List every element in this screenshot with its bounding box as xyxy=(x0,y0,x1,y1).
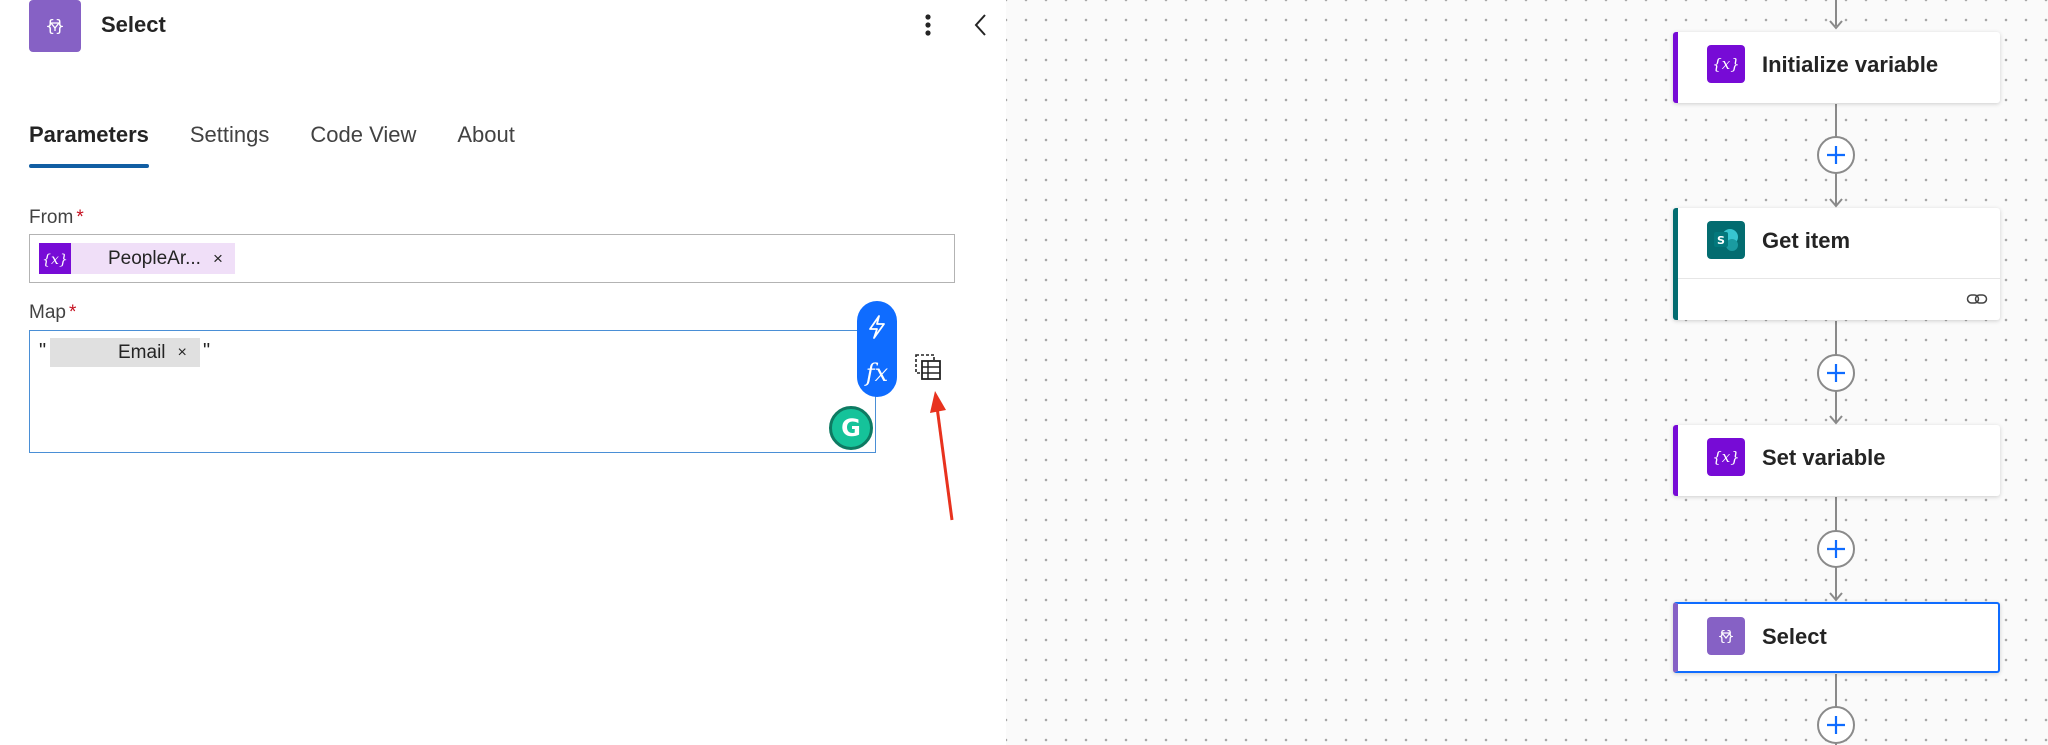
required-mark: * xyxy=(76,207,84,228)
map-label-text: Map xyxy=(29,302,66,323)
svg-text:{x}: {x} xyxy=(42,252,68,268)
action-details-panel: {} Select Parameters Settings Code View … xyxy=(0,0,1006,745)
flow-card-title: Get item xyxy=(1762,228,1851,253)
page-title: Select xyxy=(101,12,166,37)
flow-card-title: Initialize variable xyxy=(1762,52,1939,77)
grammarly-icon: G xyxy=(841,414,861,442)
from-token-label: PeopleAr... xyxy=(108,247,201,269)
flow-card-select[interactable]: {} Select xyxy=(1673,602,2000,673)
svg-text:{}: {} xyxy=(45,16,64,35)
annotation-arrow-icon xyxy=(930,391,954,521)
add-step-button[interactable] xyxy=(1817,530,1855,568)
map-input[interactable]: " Email × " xyxy=(29,330,876,453)
tab-list: Parameters Settings Code View About xyxy=(29,118,556,170)
flow-card-get-item[interactable]: S Get item xyxy=(1673,208,2000,320)
select-data-icon: {} xyxy=(1707,617,1745,655)
tab-parameters[interactable]: Parameters xyxy=(29,118,149,170)
fx-icon: fx xyxy=(865,359,889,387)
more-options-button[interactable] xyxy=(912,8,944,42)
from-token[interactable]: {x} PeopleAr... × xyxy=(39,243,235,274)
flow-card-title: Set variable xyxy=(1762,445,1886,470)
switch-to-table-mode-button[interactable] xyxy=(910,349,946,385)
panel-header: {} Select xyxy=(0,0,1006,70)
flow-card-initialize-variable[interactable]: {x} Initialize variable xyxy=(1673,32,2000,103)
lightning-icon xyxy=(869,315,885,339)
collapse-panel-button[interactable] xyxy=(964,8,996,42)
plus-icon xyxy=(1827,364,1845,382)
table-mode-icon xyxy=(915,354,941,380)
select-data-icon: {} xyxy=(29,0,81,52)
sharepoint-icon: S xyxy=(1707,221,1745,259)
svg-text:{x}: {x} xyxy=(1712,448,1740,466)
email-token[interactable]: Email × xyxy=(50,338,200,367)
variable-icon: {x} xyxy=(1707,438,1745,476)
add-step-button[interactable] xyxy=(1817,706,1855,744)
from-label-text: From xyxy=(29,207,74,228)
tab-about[interactable]: About xyxy=(457,118,515,170)
add-step-button[interactable] xyxy=(1817,354,1855,392)
open-quote: " xyxy=(39,340,47,362)
plus-icon xyxy=(1827,716,1845,734)
flow-card-set-variable[interactable]: {x} Set variable xyxy=(1673,425,2000,496)
map-label: Map * xyxy=(29,302,76,324)
variable-icon: {x} xyxy=(39,243,71,274)
grammarly-button[interactable]: G xyxy=(829,406,873,450)
email-token-label: Email xyxy=(118,341,166,363)
svg-text:{x}: {x} xyxy=(1712,55,1740,73)
expression-button[interactable]: fx xyxy=(857,351,897,395)
from-label: From * xyxy=(29,207,84,229)
close-quote: " xyxy=(203,340,211,362)
add-step-button[interactable] xyxy=(1817,136,1855,174)
variable-icon: {x} xyxy=(1707,45,1745,83)
svg-text:S: S xyxy=(1717,234,1725,247)
link-icon[interactable] xyxy=(1966,290,1988,308)
tab-code-view[interactable]: Code View xyxy=(310,118,416,170)
required-mark: * xyxy=(68,302,77,323)
flow-card-title: Select xyxy=(1762,624,1827,649)
svg-text:{}: {} xyxy=(1718,629,1735,645)
plus-icon xyxy=(1827,540,1845,558)
plus-icon xyxy=(1827,146,1845,164)
dynamic-content-button[interactable] xyxy=(857,305,897,349)
email-token-remove-button[interactable]: × xyxy=(178,344,187,362)
insert-token-toolbar: fx xyxy=(857,301,897,397)
more-vertical-icon xyxy=(925,14,931,36)
chevron-left-icon xyxy=(974,14,986,36)
from-token-remove-button[interactable]: × xyxy=(213,249,223,269)
from-input[interactable]: {x} PeopleAr... × xyxy=(29,234,955,283)
tab-settings[interactable]: Settings xyxy=(190,118,270,170)
card-divider xyxy=(1678,278,2000,279)
